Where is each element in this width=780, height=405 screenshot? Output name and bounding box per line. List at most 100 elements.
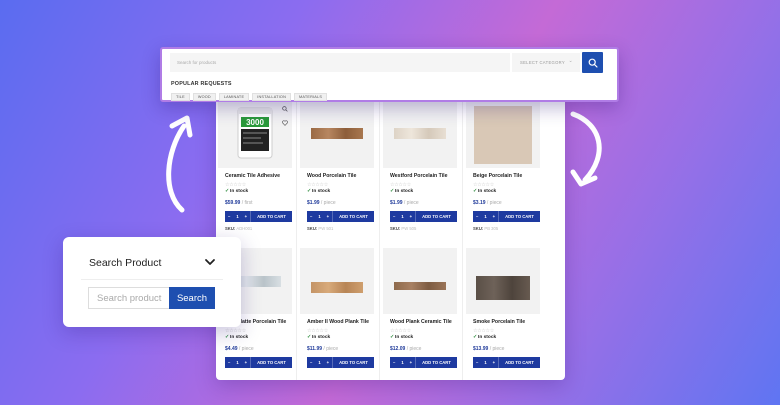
plus-icon[interactable]: + xyxy=(327,214,329,219)
tile-swatch xyxy=(476,276,530,300)
minus-icon[interactable]: − xyxy=(228,360,230,365)
minus-icon[interactable]: − xyxy=(228,214,230,219)
plus-icon[interactable]: + xyxy=(327,360,329,365)
tag-wood[interactable]: WOOD xyxy=(192,93,216,101)
product-card[interactable]: Smoke Porcelain Tile ☆☆☆☆☆ ✓In stock $13… xyxy=(464,242,542,380)
search-panel: SELECT CATEGORY ⌄ POPULAR REQUESTS TILE … xyxy=(160,47,619,102)
chevron-down-icon[interactable] xyxy=(203,255,217,269)
chevron-down-icon: ⌄ xyxy=(568,58,573,64)
minus-icon[interactable]: − xyxy=(393,214,395,219)
product-price: $11.99 / piece xyxy=(307,346,339,352)
product-card[interactable]: Amber II Wood Plank Tile ☆☆☆☆☆ ✓In stock… xyxy=(298,242,376,380)
add-to-cart-button[interactable]: ADD TO CART xyxy=(416,214,457,219)
rating-stars: ☆☆☆☆☆ xyxy=(307,328,328,334)
tag-laminate[interactable]: LAMINATE xyxy=(218,93,250,101)
plus-icon[interactable]: + xyxy=(493,214,495,219)
add-to-cart-button[interactable]: ADD TO CART xyxy=(499,360,540,365)
check-icon: ✓ xyxy=(225,335,230,340)
product-name[interactable]: Wood Plank Ceramic Tile xyxy=(390,319,452,325)
minus-icon[interactable]: − xyxy=(393,360,395,365)
rating-stars: ☆☆☆☆☆ xyxy=(390,182,411,188)
add-to-cart-row: −1 + ADD TO CART xyxy=(473,211,540,222)
add-to-cart-button[interactable]: ADD TO CART xyxy=(333,360,374,365)
product-name[interactable]: Westford Porcelain Tile xyxy=(390,173,447,179)
product-card[interactable]: Beige Porcelain Tile ☆☆☆☆☆ ✓In stock $3.… xyxy=(464,96,542,236)
product-name[interactable]: Beige Porcelain Tile xyxy=(473,173,522,179)
quantity-stepper[interactable]: −1 + xyxy=(307,357,333,368)
divider xyxy=(81,279,223,280)
product-card[interactable]: Wood Porcelain Tile ☆☆☆☆☆ ✓In stock $1.9… xyxy=(298,96,376,236)
product-image[interactable] xyxy=(383,102,457,168)
product-search-input[interactable] xyxy=(170,53,510,72)
product-card[interactable]: 3000 Ceramic Tile Adhesive ☆☆☆☆☆ ✓In sto… xyxy=(216,96,294,236)
tile-swatch xyxy=(394,282,446,290)
tile-swatch xyxy=(311,282,363,293)
quantity-stepper[interactable]: −1 + xyxy=(390,357,416,368)
check-icon: ✓ xyxy=(307,335,312,340)
product-sku: SKU: PB 305 xyxy=(473,226,499,231)
product-name[interactable]: Ceramic Tile Adhesive xyxy=(225,173,280,179)
search-widget: Search Product Search xyxy=(63,237,241,327)
category-select-label: SELECT CATEGORY xyxy=(520,60,565,65)
product-card[interactable]: Wood Plank Ceramic Tile ☆☆☆☆☆ ✓In stock … xyxy=(381,242,459,380)
product-image[interactable] xyxy=(300,248,374,314)
product-price: $3.19 / piece xyxy=(473,200,502,206)
minus-icon[interactable]: − xyxy=(476,214,478,219)
add-to-cart-button[interactable]: ADD TO CART xyxy=(251,214,292,219)
add-to-cart-row: −1 + ADD TO CART xyxy=(307,211,374,222)
add-to-cart-button[interactable]: ADD TO CART xyxy=(251,360,292,365)
product-image[interactable] xyxy=(466,102,540,168)
product-name[interactable]: Wood Porcelain Tile xyxy=(307,173,356,179)
product-price: $59.99 / first xyxy=(225,200,253,206)
plus-icon[interactable]: + xyxy=(410,360,412,365)
plus-icon[interactable]: + xyxy=(245,214,247,219)
rating-stars: ☆☆☆☆☆ xyxy=(225,182,246,188)
category-select[interactable]: SELECT CATEGORY ⌄ xyxy=(512,53,580,72)
product-image[interactable] xyxy=(383,248,457,314)
search-icon xyxy=(588,58,598,68)
add-to-cart-button[interactable]: ADD TO CART xyxy=(499,214,540,219)
add-to-cart-button[interactable]: ADD TO CART xyxy=(416,360,457,365)
product-image[interactable] xyxy=(300,102,374,168)
quick-view-icon[interactable] xyxy=(280,104,290,118)
check-icon: ✓ xyxy=(307,189,312,194)
search-submit-button[interactable] xyxy=(582,52,603,73)
product-name[interactable]: Amber II Wood Plank Tile xyxy=(307,319,369,325)
stock-status: ✓In stock xyxy=(225,189,249,194)
minus-icon[interactable]: − xyxy=(476,360,478,365)
quantity-stepper[interactable]: −1 + xyxy=(473,211,499,222)
plus-icon[interactable]: + xyxy=(410,214,412,219)
add-to-cart-button[interactable]: ADD TO CART xyxy=(333,214,374,219)
product-sku: SKU: ADH001 xyxy=(225,226,253,231)
product-name[interactable]: Smoke Porcelain Tile xyxy=(473,319,525,325)
quantity-stepper[interactable]: −1 + xyxy=(225,357,251,368)
popular-tags: TILE WOOD LAMINATE INSTALLATION MATERIAL… xyxy=(171,93,328,101)
quantity-stepper[interactable]: −1 + xyxy=(473,357,499,368)
minus-icon[interactable]: − xyxy=(310,214,312,219)
quantity-stepper[interactable]: −1 + xyxy=(307,211,333,222)
quantity-stepper[interactable]: −1 + xyxy=(225,211,251,222)
column-divider xyxy=(296,96,297,380)
plus-icon[interactable]: + xyxy=(493,360,495,365)
plus-icon[interactable]: + xyxy=(245,360,247,365)
product-card[interactable]: Westford Porcelain Tile ☆☆☆☆☆ ✓In stock … xyxy=(381,96,459,236)
tag-materials[interactable]: MATERIALS xyxy=(294,93,328,101)
widget-title: Search Product xyxy=(89,257,162,269)
search-product-input[interactable] xyxy=(88,287,170,309)
rating-stars: ☆☆☆☆☆ xyxy=(473,328,494,334)
minus-icon[interactable]: − xyxy=(310,360,312,365)
product-grid: 3000 Ceramic Tile Adhesive ☆☆☆☆☆ ✓In sto… xyxy=(216,96,565,380)
product-image[interactable] xyxy=(466,248,540,314)
stock-status: ✓In stock xyxy=(390,335,414,340)
tile-swatch xyxy=(474,106,532,164)
search-button[interactable]: Search xyxy=(169,287,215,309)
rating-stars: ☆☆☆☆☆ xyxy=(307,182,328,188)
add-to-cart-row: −1 + ADD TO CART xyxy=(225,211,292,222)
rating-stars: ☆☆☆☆☆ xyxy=(390,328,411,334)
check-icon: ✓ xyxy=(390,189,395,194)
popular-requests-title: POPULAR REQUESTS xyxy=(171,81,232,87)
quantity-stepper[interactable]: −1 + xyxy=(390,211,416,222)
heart-icon[interactable] xyxy=(280,118,290,132)
tag-installation[interactable]: INSTALLATION xyxy=(252,93,292,101)
tag-tile[interactable]: TILE xyxy=(171,93,190,101)
